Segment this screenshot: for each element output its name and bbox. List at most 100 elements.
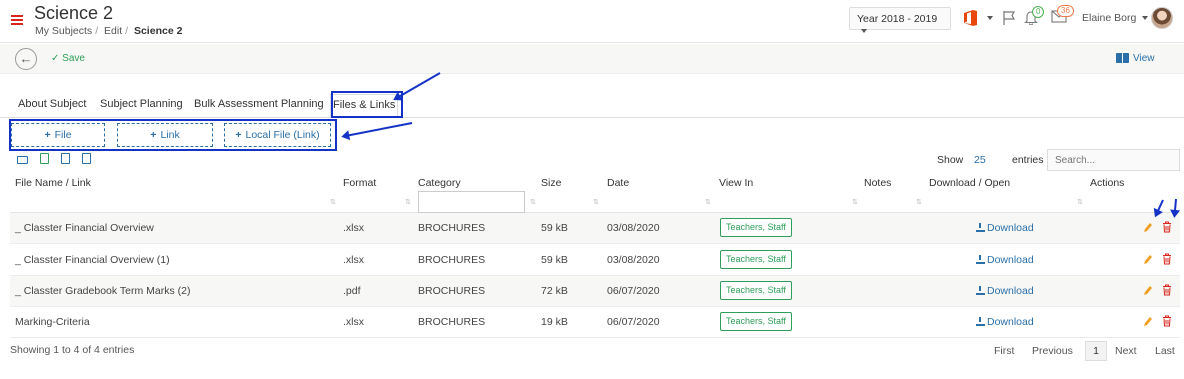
cell-size: 59 kB [541,254,568,266]
chevron-down-icon [861,29,867,34]
office-menu-chevron-icon[interactable] [987,16,993,20]
cell-format: .xlsx [343,316,364,328]
app-header: Science 2 My Subjects / Edit / Science 2 Y… [0,0,1184,43]
cell-file-name: _ Classter Financial Overview [15,222,154,234]
tab-bar: About Subject Subject Planning Bulk Asse… [0,91,1184,119]
back-button[interactable]: ← [15,48,37,70]
sort-icon[interactable]: ⇅ [705,198,711,206]
messages-badge: 36 [1057,5,1074,17]
download-label: Download [987,254,1034,266]
search-input[interactable] [1047,149,1180,171]
pager-first[interactable]: First [994,345,1014,357]
download-icon [976,286,985,295]
table-info: Showing 1 to 4 of 4 entries [10,344,135,356]
column-header-notes[interactable]: Notes [864,177,891,189]
show-label: Show [937,154,964,166]
breadcrumb-my-subjects[interactable]: My Subjects [35,25,92,37]
page-size-select[interactable]: 25 [974,154,986,166]
sort-icon[interactable]: ⇅ [405,198,411,206]
print-icon[interactable] [17,156,28,164]
year-select[interactable]: Year 2018 - 2019 [849,7,951,34]
download-link[interactable]: Download [976,254,1034,266]
sort-icon[interactable]: ⇅ [852,198,858,206]
download-label: Download [987,222,1034,234]
user-name[interactable]: Elaine Borg [1082,12,1136,24]
delete-trash-icon[interactable] [1162,284,1172,296]
sort-icon[interactable]: ⇅ [530,198,536,206]
excel-icon[interactable] [40,153,50,164]
column-header-view-in[interactable]: View In [719,177,753,189]
annotation-arrow-add-buttons [343,122,413,138]
flag-icon[interactable] [1002,10,1016,26]
column-header-date[interactable]: Date [607,177,629,189]
column-header-file-name[interactable]: File Name / Link [15,177,91,189]
download-link[interactable]: Download [976,316,1034,328]
book-icon [1116,53,1129,64]
pdf-icon[interactable] [61,153,71,164]
cell-file-name: Marking-Criteria [15,316,90,328]
export-toolbar [17,153,100,167]
table-row: _ Classter Gradebook Term Marks (2) .pdf… [10,276,1180,307]
delete-trash-icon[interactable] [1162,315,1172,327]
sort-icon[interactable]: ⇅ [593,198,599,206]
delete-trash-icon[interactable] [1162,253,1172,265]
cell-size: 59 kB [541,222,568,234]
view-in-badge: Teachers, Staff [720,281,792,300]
hamburger-menu-icon[interactable] [11,15,23,25]
cell-file-name: _ Classter Financial Overview (1) [15,254,170,266]
office-icon[interactable] [963,9,978,27]
edit-pencil-icon[interactable] [1143,315,1153,327]
pager-current-page[interactable]: 1 [1085,341,1107,361]
download-icon [976,255,985,264]
view-in-badge: Teachers, Staff [720,218,792,237]
entries-label: entries [1012,154,1044,166]
save-button-label: Save [62,53,85,64]
edit-pencil-icon[interactable] [1143,253,1153,265]
category-filter-input[interactable] [418,191,525,213]
tab-bulk-assessment-planning[interactable]: Bulk Assessment Planning [194,98,324,110]
highlight-box-add-buttons [9,119,337,151]
pager-next[interactable]: Next [1115,345,1137,357]
sort-icon[interactable]: ⇅ [330,198,336,206]
cell-date: 03/08/2020 [607,254,660,266]
download-icon [976,223,985,232]
cell-category: BROCHURES [418,222,486,234]
view-in-badge: Teachers, Staff [720,312,792,331]
copy-icon[interactable] [82,153,92,164]
year-select-value: Year 2018 - 2019 [857,13,938,25]
table-row: _ Classter Financial Overview .xlsx BROC… [10,213,1180,244]
avatar[interactable] [1151,7,1173,29]
breadcrumb-edit[interactable]: Edit [104,25,122,37]
edit-pencil-icon[interactable] [1143,221,1153,233]
column-header-category[interactable]: Category [418,177,461,189]
cell-category: BROCHURES [418,316,486,328]
cell-date: 06/07/2020 [607,316,660,328]
cell-size: 19 kB [541,316,568,328]
tab-about-subject[interactable]: About Subject [18,98,87,110]
pager-previous[interactable]: Previous [1032,345,1073,357]
tab-subject-planning[interactable]: Subject Planning [100,98,183,110]
edit-pencil-icon[interactable] [1143,284,1153,296]
cell-date: 03/08/2020 [607,222,660,234]
user-menu-chevron-icon[interactable] [1142,16,1148,20]
cell-date: 06/07/2020 [607,285,660,297]
download-link[interactable]: Download [976,285,1034,297]
cell-format: .xlsx [343,254,364,266]
page-toolbar: ← ✓ Save View [0,44,1184,74]
notifications-badge: 0 [1032,6,1045,18]
breadcrumb-current: Science 2 [133,25,183,37]
column-header-format[interactable]: Format [343,177,376,189]
sort-icon[interactable]: ⇅ [1077,198,1083,206]
sort-icon[interactable]: ⇅ [916,198,922,206]
column-header-size[interactable]: Size [541,177,561,189]
save-button[interactable]: ✓ Save [51,53,85,64]
delete-trash-icon[interactable] [1162,221,1172,233]
download-label: Download [987,316,1034,328]
cell-format: .pdf [343,285,361,297]
page-title: Science 2 [34,3,114,23]
cell-file-name: _ Classter Gradebook Term Marks (2) [15,285,191,297]
view-button[interactable]: View [1116,53,1155,64]
column-header-download-open[interactable]: Download / Open [929,177,1010,189]
download-link[interactable]: Download [976,222,1034,234]
pager-last[interactable]: Last [1155,345,1175,357]
